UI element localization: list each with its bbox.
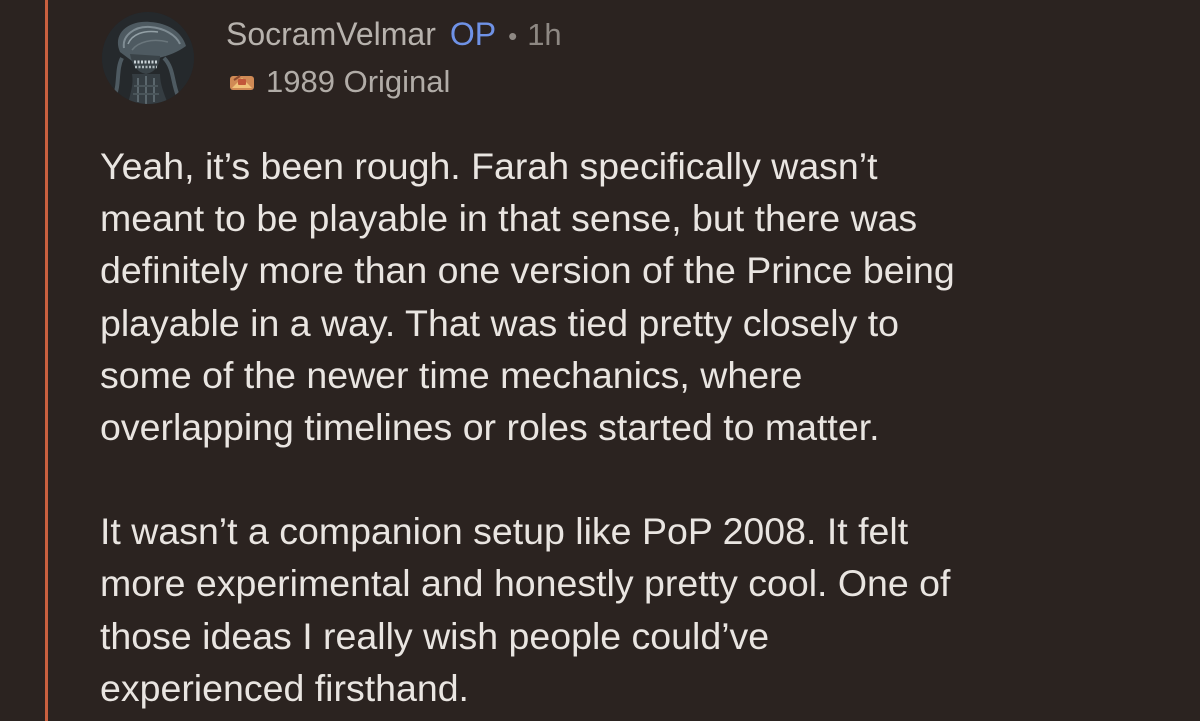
op-badge: OP: [449, 16, 497, 52]
flair-text: 1989 Original: [266, 64, 451, 99]
thread-line[interactable]: [45, 0, 48, 721]
user-flair: 1989 Original: [226, 64, 1180, 100]
author-username[interactable]: SocramVelmar: [226, 16, 436, 53]
comment-paragraph: Yeah, it’s been rough. Farah specificall…: [100, 145, 955, 449]
separator-dot: •: [508, 21, 518, 51]
comment-body: Yeah, it’s been rough. Farah specificall…: [100, 140, 1180, 714]
avatar[interactable]: [102, 12, 194, 104]
flair-emoji-icon: [230, 75, 254, 90]
author-row: SocramVelmar OP • 1h: [226, 16, 1180, 56]
comment-header: SocramVelmar OP • 1h 1989 Original: [226, 16, 1180, 100]
comment-paragraph: It wasn’t a companion setup like PoP 200…: [100, 510, 951, 709]
comment-timestamp[interactable]: 1h: [527, 17, 561, 53]
alien-avatar-icon: [102, 12, 194, 104]
